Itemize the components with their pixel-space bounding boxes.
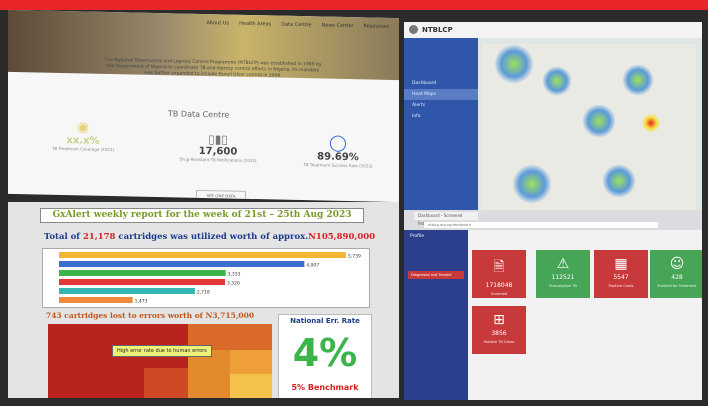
nav-data-centre[interactable]: Data Centre <box>281 22 311 29</box>
file-icon: 🗎 <box>493 259 505 275</box>
stat-success: ◯ 89.69% TB Treatment Success Rate (2023… <box>278 132 398 170</box>
bar <box>59 279 225 285</box>
bar-chart-svg: 5,739 4,907 3,333 3,320 2,718 1,473 <box>59 252 361 305</box>
total-count: 21,178 <box>82 232 116 242</box>
total-prefix: Total of <box>44 232 83 242</box>
nav-about[interactable]: About Us <box>207 20 230 26</box>
nav-health-areas[interactable]: Health Areas <box>239 21 271 28</box>
data-centre-title: TB Data Centre <box>168 109 230 120</box>
stat-dr-tb: ▯▮▯ 17,600 Drug-Resistant TB Notificatio… <box>158 131 278 164</box>
bar-value-label: 3,333 <box>228 272 241 278</box>
bar-value-label: 3,320 <box>227 281 240 287</box>
heat-hotspot <box>642 114 660 132</box>
tb-data-centre-screen: About Us Health Areas Data Centre News C… <box>8 9 399 203</box>
bar-value-label: 4,907 <box>306 263 319 269</box>
tile-value: 1718048 <box>485 282 513 289</box>
nav-resources[interactable]: Resources <box>363 23 389 30</box>
tile-value: 3856 <box>491 330 507 337</box>
errors-line: 743 cartridges lost to errors worth of N… <box>46 311 254 320</box>
dashboard-sidebar: Profile Diagnosed and Treated <box>404 230 468 400</box>
sidebar-item-info[interactable]: Info <box>404 111 478 122</box>
stat-coverage-label: TB Treatment Coverage (2023) <box>52 145 114 153</box>
errors-count: 743 <box>46 311 62 320</box>
nav-news[interactable]: News Center <box>322 22 354 29</box>
heatmap-screen: NTBLCP Dashboard Heat Maps Alerts Info <box>404 22 702 222</box>
intro-text: The National Tuberculosis and Leprosy Co… <box>104 57 322 79</box>
sidebar: Dashboard Heat Maps Alerts Info <box>404 38 478 222</box>
tile-label: Screened <box>490 292 508 296</box>
stat-tile[interactable]: ⚠ 112521 Presumptive TB <box>536 250 590 298</box>
building-icon: ▦ <box>614 256 628 272</box>
app-topbar: NTBLCP <box>404 22 702 38</box>
total-mid: cartridges was utilized worth of approx. <box>115 232 309 242</box>
sidebar-item-dashboard[interactable]: Dashboard <box>404 78 478 89</box>
bar <box>59 261 305 267</box>
rate-value: 4% <box>292 331 358 375</box>
tile-value: 428 <box>671 274 683 281</box>
treemap-cell <box>188 350 230 398</box>
treemap-cell <box>230 374 272 398</box>
browser-chrome: Dashboard - Screened Patients ntblcp.org… <box>404 210 702 230</box>
errors-amount: N3,715,000 <box>205 311 255 320</box>
heat-spot <box>582 104 616 138</box>
total-utilized-line: Total of 21,178 cartridges was utilized … <box>44 232 375 242</box>
bar <box>59 297 133 303</box>
browser-tab[interactable]: Dashboard - Screened Patients <box>414 212 478 226</box>
bar <box>59 270 226 276</box>
address-bar[interactable]: ntblcp.org.ng/dashboard <box>424 222 658 228</box>
bar-value-label: 1,473 <box>135 299 148 305</box>
sidebar-item-alerts[interactable]: Alerts <box>404 100 478 111</box>
cartridge-bar-chart: 5,739 4,907 3,333 3,320 2,718 1,473 <box>42 248 370 308</box>
rate-benchmark: 5% Benchmark <box>291 383 359 392</box>
gxalert-report-screen: GxAlert weekly report for the week of 21… <box>8 202 399 398</box>
error-annotation: High error rate due to human errors <box>112 345 212 357</box>
heat-spot <box>494 44 534 84</box>
bar <box>59 252 346 258</box>
tile-label: Presumptive TB <box>549 284 577 288</box>
treemap-cell <box>144 368 188 398</box>
heat-spot <box>602 164 636 198</box>
national-error-rate-panel: National Err. Rate 4% 5% Benchmark <box>278 314 372 398</box>
tile-label: Enrolled for Treatment <box>657 284 697 288</box>
stat-tile[interactable]: ⊞ 3856 Positive TB Cases <box>472 306 526 354</box>
donut-chart-icon: ◯ <box>329 132 347 153</box>
tile-label: Positive TB Cases <box>483 340 515 344</box>
heat-map[interactable] <box>482 44 696 214</box>
tile-value: 5547 <box>613 274 629 281</box>
warning-icon: ⚠ <box>556 256 570 272</box>
bar <box>59 288 195 294</box>
stat-tile[interactable]: ▦ 5547 Positive Cases <box>594 250 648 298</box>
heat-spot <box>512 164 552 204</box>
bar-value-label: 5,739 <box>348 254 361 260</box>
report-title: GxAlert weekly report for the week of 21… <box>40 208 364 223</box>
dashboard-screen: Dashboard - Screened Patients ntblcp.org… <box>404 210 702 400</box>
plus-icon: ⊞ <box>493 312 505 328</box>
tile-label: Positive Cases <box>608 284 634 288</box>
heat-spot <box>542 66 572 96</box>
stat-tile[interactable]: ☺ 428 Enrolled for Treatment <box>650 250 702 298</box>
error-treemap <box>48 324 272 398</box>
sidebar-item-heat-maps[interactable]: Heat Maps <box>404 89 478 100</box>
profile-link[interactable]: Profile <box>404 230 468 243</box>
tile-value: 112521 <box>551 274 575 281</box>
treemap-cell <box>230 350 272 374</box>
avatar-icon <box>409 25 418 34</box>
sidebar-item-diagnosed[interactable]: Diagnosed and Treated <box>408 271 464 279</box>
errors-mid: cartridges lost to errors worth of <box>61 311 206 320</box>
bar-value-label: 2,718 <box>197 290 210 296</box>
heat-spot <box>622 64 654 96</box>
stat-coverage: ◉ xx.x% TB Treatment Coverage (2023) <box>28 118 138 152</box>
stat-tile[interactable]: 🗎 1718048 Screened <box>472 250 526 298</box>
rate-title: National Err. Rate <box>290 317 360 325</box>
total-amount: N105,890,000 <box>308 232 376 242</box>
user-icon: ☺ <box>669 256 685 272</box>
app-brand: NTBLCP <box>422 26 453 34</box>
